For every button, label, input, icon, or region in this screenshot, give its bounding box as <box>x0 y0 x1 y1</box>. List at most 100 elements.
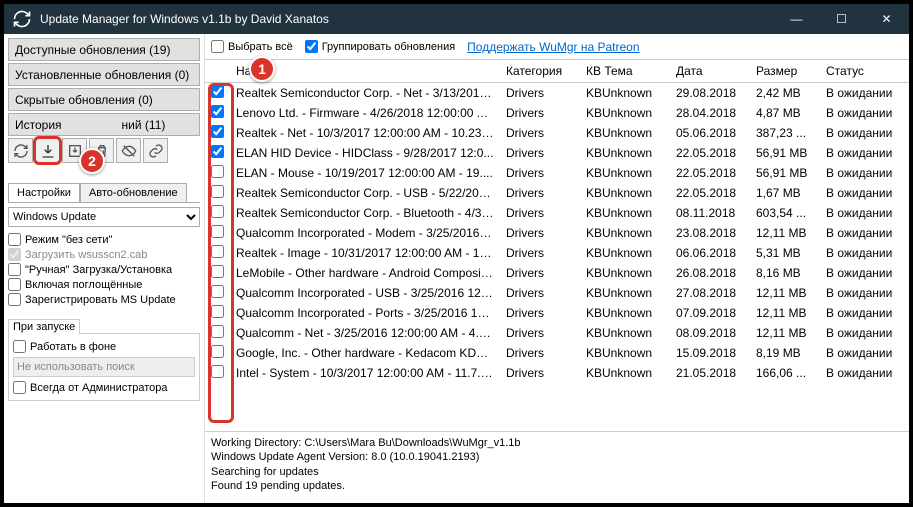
cell-status: В ожидании <box>820 283 909 303</box>
col-size[interactable]: Размер <box>750 60 820 83</box>
col-kb[interactable]: КВ Тема <box>580 60 670 83</box>
table-row[interactable]: Realtek Semiconductor Corp. - USB - 5/22… <box>205 183 909 203</box>
row-checkbox[interactable] <box>211 185 224 198</box>
table-row[interactable]: Qualcomm Incorporated - Ports - 3/25/201… <box>205 303 909 323</box>
sidebar: Доступные обновления (19) Установленные … <box>4 34 204 503</box>
table-row[interactable]: Qualcomm Incorporated - USB - 3/25/2016 … <box>205 283 909 303</box>
table-row[interactable]: Realtek - Net - 10/3/2017 12:00:00 AM - … <box>205 123 909 143</box>
offline-label: Режим "без сети" <box>25 234 112 246</box>
row-checkbox[interactable] <box>211 305 224 318</box>
manual-label: "Ручная" Загрузка/Установка <box>25 264 172 276</box>
history-button[interactable]: История ний (11) <box>8 113 200 136</box>
table-row[interactable]: Realtek Semiconductor Corp. - Net - 3/13… <box>205 83 909 104</box>
cell-date: 08.09.2018 <box>670 323 750 343</box>
cell-category: Drivers <box>500 363 580 383</box>
cell-kb: KBUnknown <box>580 303 670 323</box>
cell-name: Qualcomm Incorporated - USB - 3/25/2016 … <box>230 283 500 303</box>
tab-auto-update[interactable]: Авто-обновление <box>80 183 187 202</box>
row-checkbox[interactable] <box>211 265 224 278</box>
cell-category: Drivers <box>500 183 580 203</box>
cell-kb: KBUnknown <box>580 163 670 183</box>
row-checkbox[interactable] <box>211 105 224 118</box>
row-checkbox[interactable] <box>211 85 224 98</box>
cell-name: LeMobile - Other hardware - Android Comp… <box>230 263 500 283</box>
group-label: Группировать обновления <box>322 41 455 53</box>
row-checkbox[interactable] <box>211 285 224 298</box>
row-checkbox[interactable] <box>211 245 224 258</box>
cell-date: 06.06.2018 <box>670 243 750 263</box>
row-checkbox[interactable] <box>211 145 224 158</box>
link-button[interactable] <box>143 138 168 163</box>
row-checkbox[interactable] <box>211 165 224 178</box>
col-category[interactable]: Категория <box>500 60 580 83</box>
cell-date: 23.08.2018 <box>670 223 750 243</box>
admin-checkbox[interactable] <box>13 381 26 394</box>
cell-category: Drivers <box>500 243 580 263</box>
manual-checkbox[interactable] <box>8 263 21 276</box>
startup-group: Работать в фоне Всегда от Администратора <box>8 333 200 401</box>
update-source-select[interactable]: Windows Update <box>8 207 200 227</box>
cell-date: 15.09.2018 <box>670 343 750 363</box>
cell-status: В ожидании <box>820 363 909 383</box>
available-updates-button[interactable]: Доступные обновления (19) <box>8 38 200 61</box>
cell-date: 28.04.2018 <box>670 103 750 123</box>
cell-status: В ожидании <box>820 183 909 203</box>
minimize-button[interactable]: — <box>774 4 819 34</box>
select-all-checkbox[interactable] <box>211 40 224 53</box>
offline-checkbox[interactable] <box>8 233 21 246</box>
hidden-updates-button[interactable]: Скрытые обновления (0) <box>8 88 200 111</box>
cell-category: Drivers <box>500 83 580 104</box>
table-row[interactable]: Realtek - Image - 10/31/2017 12:00:00 AM… <box>205 243 909 263</box>
cell-size: 166,06 ... <box>750 363 820 383</box>
table-row[interactable]: Intel - System - 10/3/2017 12:00:00 AM -… <box>205 363 909 383</box>
main-panel: Выбрать всё Группировать обновления Подд… <box>204 34 909 503</box>
table-row[interactable]: Realtek Semiconductor Corp. - Bluetooth … <box>205 203 909 223</box>
table-row[interactable]: Qualcomm - Net - 3/25/2016 12:00:00 AM -… <box>205 323 909 343</box>
cell-size: 1,67 MB <box>750 183 820 203</box>
group-checkbox[interactable] <box>305 40 318 53</box>
row-checkbox[interactable] <box>211 125 224 138</box>
cell-category: Drivers <box>500 283 580 303</box>
table-row[interactable]: ELAN - Mouse - 10/19/2017 12:00:00 AM - … <box>205 163 909 183</box>
cell-kb: KBUnknown <box>580 243 670 263</box>
cell-status: В ожидании <box>820 123 909 143</box>
cell-status: В ожидании <box>820 203 909 223</box>
annotation-badge-1: 1 <box>249 56 275 82</box>
tab-settings[interactable]: Настройки <box>8 183 80 202</box>
cell-name: Qualcomm - Net - 3/25/2016 12:00:00 AM -… <box>230 323 500 343</box>
row-checkbox[interactable] <box>211 205 224 218</box>
maximize-button[interactable]: ☐ <box>819 4 864 34</box>
register-checkbox[interactable] <box>8 293 21 306</box>
cell-date: 22.05.2018 <box>670 183 750 203</box>
background-checkbox[interactable] <box>13 340 26 353</box>
close-button[interactable]: ✕ <box>864 4 909 34</box>
include-checkbox[interactable] <box>8 278 21 291</box>
patreon-link[interactable]: Поддержать WuMgr на Patreon <box>467 40 639 54</box>
cell-size: 12,11 MB <box>750 223 820 243</box>
table-row[interactable]: Google, Inc. - Other hardware - Kedacom … <box>205 343 909 363</box>
refresh-icon <box>12 9 32 29</box>
installed-updates-button[interactable]: Установленные обновления (0) <box>8 63 200 86</box>
cell-size: 12,11 MB <box>750 303 820 323</box>
col-status[interactable]: Статус <box>820 60 909 83</box>
row-checkbox[interactable] <box>211 325 224 338</box>
refresh-button[interactable] <box>8 138 33 163</box>
hide-button[interactable] <box>116 138 141 163</box>
cell-name: Realtek Semiconductor Corp. - Net - 3/13… <box>230 83 500 104</box>
background-label: Работать в фоне <box>30 341 116 353</box>
download-button[interactable] <box>35 138 60 163</box>
row-checkbox[interactable] <box>211 345 224 358</box>
cell-category: Drivers <box>500 143 580 163</box>
table-row[interactable]: LeMobile - Other hardware - Android Comp… <box>205 263 909 283</box>
row-checkbox[interactable] <box>211 365 224 378</box>
cell-size: 56,91 MB <box>750 143 820 163</box>
cell-kb: KBUnknown <box>580 223 670 243</box>
table-row[interactable]: Lenovo Ltd. - Firmware - 4/26/2018 12:00… <box>205 103 909 123</box>
updates-grid[interactable]: На Категория КВ Тема Дата Размер Статус … <box>205 60 909 431</box>
row-checkbox[interactable] <box>211 225 224 238</box>
top-strip: Выбрать всё Группировать обновления Подд… <box>205 34 909 60</box>
table-row[interactable]: Qualcomm Incorporated - Modem - 3/25/201… <box>205 223 909 243</box>
table-row[interactable]: ELAN HID Device - HIDClass - 9/28/2017 1… <box>205 143 909 163</box>
col-date[interactable]: Дата <box>670 60 750 83</box>
cell-category: Drivers <box>500 343 580 363</box>
